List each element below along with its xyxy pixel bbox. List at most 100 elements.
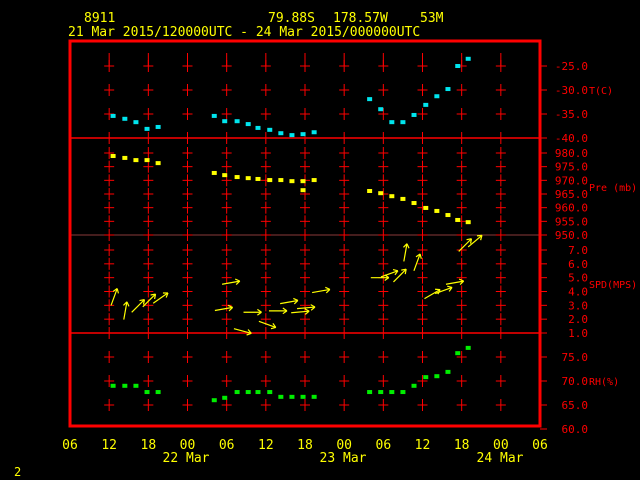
data-point: [423, 375, 429, 380]
wind-arrow-head: [406, 243, 410, 249]
data-point: [367, 188, 373, 193]
data-point: [300, 188, 306, 193]
data-point: [445, 369, 451, 374]
data-point: [110, 154, 116, 159]
wind-arrow: [403, 243, 410, 262]
y-tick-label: 75.0: [562, 351, 589, 364]
meteogram: 8911 79.88S 178.57W 53M 21 Mar 2015/1200…: [14, 11, 637, 479]
x-tick-label: 12: [258, 438, 274, 453]
data-point: [378, 191, 384, 196]
data-point: [389, 194, 395, 199]
x-date-label: 22 Mar: [163, 451, 210, 466]
data-point: [245, 390, 251, 395]
data-point: [122, 383, 128, 388]
grid: -25.0-30.0-35.0-40.0T(C)980.0975.0970.09…: [62, 53, 637, 466]
data-point: [389, 120, 395, 125]
wind-arrow: [122, 301, 130, 320]
data-point: [367, 97, 373, 102]
wind-arrow: [445, 278, 465, 286]
x-tick-label: 18: [297, 438, 313, 453]
time-period: 21 Mar 2015/120000UTC - 24 Mar 2015/0000…: [68, 25, 420, 40]
y-tick-label: 70.0: [562, 375, 589, 388]
data-point: [434, 94, 440, 99]
x-tick-label: 06: [62, 438, 78, 453]
data-point: [245, 176, 251, 181]
data-point: [378, 107, 384, 112]
y-tick-label: 1.0: [568, 327, 588, 340]
data-point: [455, 64, 461, 68]
data-point: [234, 175, 240, 180]
wind-arrow-head: [325, 286, 331, 290]
data-point: [278, 394, 284, 399]
data-point: [155, 161, 161, 166]
data-point: [122, 116, 128, 121]
wind-arrow: [221, 278, 241, 286]
data-point: [445, 87, 451, 92]
data-point: [411, 383, 417, 388]
data-point: [311, 178, 317, 183]
data-point: [289, 179, 295, 184]
wind-arrow: [268, 307, 288, 315]
data-point: [278, 178, 284, 183]
longitude: 178.57W: [333, 11, 388, 26]
data-point: [465, 345, 471, 350]
y-tick-label: -40.0: [555, 132, 588, 145]
data-point: [411, 112, 417, 117]
x-tick-label: 18: [454, 438, 470, 453]
wind-arrow-shaft: [297, 306, 316, 310]
data-point: [222, 395, 228, 400]
data-point: [434, 374, 440, 379]
y-tick-label: 60.0: [562, 423, 589, 436]
data-point: [255, 125, 261, 130]
latitude: 79.88S: [268, 11, 315, 26]
y-tick-label: 965.0: [555, 188, 588, 201]
wind-arrow-head: [447, 285, 453, 288]
wind-arrow-head: [270, 326, 276, 330]
data-point: [155, 124, 161, 129]
data-point: [222, 119, 228, 124]
y-tick-label: -25.0: [555, 60, 588, 73]
x-date-label: 23 Mar: [320, 451, 367, 466]
data-point: [255, 390, 261, 395]
x-tick-label: 06: [532, 438, 548, 453]
data-point: [389, 390, 395, 395]
data-point: [300, 132, 306, 137]
wind-arrow-head: [116, 288, 120, 294]
x-tick-label: 18: [141, 438, 157, 453]
data-point: [211, 398, 217, 403]
data-point: [110, 113, 116, 118]
x-tick-label: 06: [376, 438, 392, 453]
data-point: [400, 196, 406, 201]
data-point: [378, 390, 384, 395]
y-tick-label: 960.0: [555, 202, 588, 215]
panel-label: RH(%): [589, 377, 619, 388]
data-point: [267, 127, 273, 132]
data-point: [367, 390, 373, 395]
data-point: [122, 155, 128, 160]
data-point: [434, 208, 440, 213]
y-tick-label: 5.0: [568, 272, 588, 285]
data-point: [455, 351, 461, 356]
data-point: [267, 178, 273, 183]
data-point: [211, 113, 217, 118]
y-tick-label: 7.0: [568, 244, 588, 257]
x-tick-label: 06: [219, 438, 235, 453]
wind-arrow-head: [234, 278, 241, 282]
y-tick-label: 980.0: [555, 147, 588, 160]
data-point: [234, 390, 240, 395]
data-marks: [110, 56, 483, 403]
wind-arrow: [233, 328, 252, 336]
data-point: [300, 179, 306, 184]
data-point: [110, 383, 116, 388]
wind-arrow: [312, 286, 331, 294]
wind-arrow-head: [392, 268, 399, 272]
data-point: [234, 119, 240, 124]
x-date-label: 24 Mar: [477, 451, 524, 466]
data-point: [289, 394, 295, 399]
data-point: [423, 205, 429, 210]
y-tick-label: 6.0: [568, 258, 588, 271]
y-tick-label: 3.0: [568, 299, 588, 312]
y-tick-label: 65.0: [562, 399, 589, 412]
data-point: [300, 394, 306, 399]
page-number: 2: [14, 465, 21, 479]
